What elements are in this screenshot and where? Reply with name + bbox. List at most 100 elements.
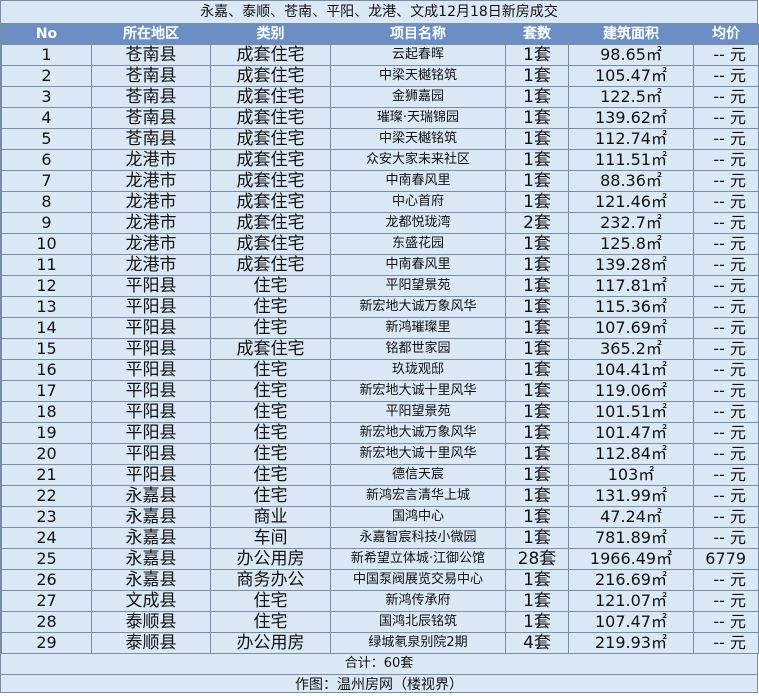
table-row: 15 平阳县 成套住宅 铭都世家园 1套 365.2㎡ -- 元 xyxy=(1,338,759,360)
cell-project: 玖珑观邸 xyxy=(330,359,506,381)
table-row: 10 龙港市 成套住宅 东盛花园 1套 125.8㎡ -- 元 xyxy=(1,233,759,255)
table-row: 19 平阳县 住宅 新宏地大诚万象风华 1套 101.47㎡ -- 元 xyxy=(1,422,759,444)
cell-price: -- 元 xyxy=(693,611,759,633)
col-header-no: No xyxy=(1,24,92,45)
cell-area: 111.51㎡ xyxy=(568,149,694,171)
cell-no: 15 xyxy=(1,338,92,360)
cell-region: 文成县 xyxy=(91,590,211,612)
cell-project: 新鸿璀璨里 xyxy=(330,317,506,339)
cell-price: -- 元 xyxy=(693,464,759,486)
cell-price: 6779 xyxy=(693,548,759,570)
cell-units: 1套 xyxy=(505,338,569,360)
cell-area: 101.47㎡ xyxy=(568,422,694,444)
cell-type: 成套住宅 xyxy=(210,212,331,234)
cell-price: -- 元 xyxy=(693,233,759,255)
cell-price: -- 元 xyxy=(693,443,759,465)
cell-project: 平阳望景苑 xyxy=(330,275,506,297)
cell-no: 12 xyxy=(1,275,92,297)
cell-units: 1套 xyxy=(505,107,569,129)
cell-type: 住宅 xyxy=(210,485,331,507)
cell-type: 住宅 xyxy=(210,380,331,402)
cell-area: 219.93㎡ xyxy=(568,632,694,654)
cell-no: 26 xyxy=(1,569,92,591)
table-row: 18 平阳县 住宅 平阳望景苑 1套 101.51㎡ -- 元 xyxy=(1,401,759,423)
cell-price: -- 元 xyxy=(693,128,759,150)
cell-region: 平阳县 xyxy=(91,422,211,444)
cell-units: 1套 xyxy=(505,401,569,423)
cell-region: 平阳县 xyxy=(91,338,211,360)
table-body: 1 苍南县 成套住宅 云起春晖 1套 98.65㎡ -- 元 2 苍南县 成套住宅 中梁天樾铭筑 1套… xyxy=(1,44,759,654)
chart-credit: 作图：温州房网（楼视界） xyxy=(295,677,463,693)
cell-project: 龙都悦珑湾 xyxy=(330,212,506,234)
cell-units: 1套 xyxy=(505,527,569,549)
cell-type: 成套住宅 xyxy=(210,44,331,66)
cell-no: 7 xyxy=(1,170,92,192)
cell-region: 龙港市 xyxy=(91,170,211,192)
cell-project: 新鸿宏言清华上城 xyxy=(330,485,506,507)
cell-area: 107.69㎡ xyxy=(568,317,694,339)
cell-type: 成套住宅 xyxy=(210,65,331,87)
cell-no: 13 xyxy=(1,296,92,318)
cell-region: 平阳县 xyxy=(91,359,211,381)
cell-units: 1套 xyxy=(505,128,569,150)
cell-price: -- 元 xyxy=(693,359,759,381)
cell-units: 1套 xyxy=(505,359,569,381)
cell-project: 云起春晖 xyxy=(330,44,506,66)
cell-area: 121.46㎡ xyxy=(568,191,694,213)
cell-type: 商务办公 xyxy=(210,569,331,591)
cell-units: 1套 xyxy=(505,464,569,486)
cell-area: 117.81㎡ xyxy=(568,275,694,297)
cell-type: 成套住宅 xyxy=(210,86,331,108)
table-row: 3 苍南县 成套住宅 金狮嘉园 1套 122.5㎡ -- 元 xyxy=(1,86,759,108)
cell-project: 新宏地大诚十里风华 xyxy=(330,443,506,465)
cell-no: 21 xyxy=(1,464,92,486)
cell-units: 1套 xyxy=(505,44,569,66)
cell-no: 22 xyxy=(1,485,92,507)
cell-area: 131.99㎡ xyxy=(568,485,694,507)
cell-area: 781.89㎡ xyxy=(568,527,694,549)
cell-region: 龙港市 xyxy=(91,149,211,171)
cell-project: 璀璨·天瑞锦园 xyxy=(330,107,506,129)
cell-project: 永嘉智宸科技小微园 xyxy=(330,527,506,549)
cell-units: 1套 xyxy=(505,65,569,87)
cell-price: -- 元 xyxy=(693,170,759,192)
table-row: 7 龙港市 成套住宅 中南春风里 1套 88.36㎡ -- 元 xyxy=(1,170,759,192)
cell-region: 永嘉县 xyxy=(91,527,211,549)
cell-units: 1套 xyxy=(505,422,569,444)
cell-region: 永嘉县 xyxy=(91,548,211,570)
table-row: 5 苍南县 成套住宅 中梁天樾铭筑 1套 112.74㎡ -- 元 xyxy=(1,128,759,150)
cell-units: 1套 xyxy=(505,611,569,633)
cell-units: 1套 xyxy=(505,296,569,318)
col-header-type: 类别 xyxy=(210,24,331,45)
cell-price: -- 元 xyxy=(693,254,759,276)
cell-project: 中梁天樾铭筑 xyxy=(330,128,506,150)
col-header-area: 建筑面积 xyxy=(568,24,694,45)
cell-area: 122.5㎡ xyxy=(568,86,694,108)
cell-no: 4 xyxy=(1,107,92,129)
cell-area: 139.62㎡ xyxy=(568,107,694,129)
cell-project: 众安大家未来社区 xyxy=(330,149,506,171)
cell-project: 新宏地大诚万象风华 xyxy=(330,422,506,444)
table-row: 1 苍南县 成套住宅 云起春晖 1套 98.65㎡ -- 元 xyxy=(1,44,759,66)
cell-price: -- 元 xyxy=(693,44,759,66)
cell-units: 1套 xyxy=(505,485,569,507)
cell-region: 平阳县 xyxy=(91,380,211,402)
table-row: 2 苍南县 成套住宅 中梁天樾铭筑 1套 105.47㎡ -- 元 xyxy=(1,65,759,87)
cell-price: -- 元 xyxy=(693,338,759,360)
transactions-table: No 所在地区 类别 项目名称 套数 建筑面积 均价 1 苍南县 成套住宅 云起春晖 1… xyxy=(1,24,759,654)
cell-price: -- 元 xyxy=(693,149,759,171)
cell-type: 成套住宅 xyxy=(210,170,331,192)
cell-area: 1966.49㎡ xyxy=(568,548,694,570)
cell-price: -- 元 xyxy=(693,317,759,339)
cell-no: 5 xyxy=(1,128,92,150)
cell-no: 14 xyxy=(1,317,92,339)
cell-price: -- 元 xyxy=(693,275,759,297)
cell-region: 平阳县 xyxy=(91,317,211,339)
cell-type: 成套住宅 xyxy=(210,128,331,150)
table-row: 9 龙港市 成套住宅 龙都悦珑湾 2套 232.7㎡ -- 元 xyxy=(1,212,759,234)
cell-region: 龙港市 xyxy=(91,254,211,276)
cell-units: 1套 xyxy=(505,443,569,465)
cell-units: 1套 xyxy=(505,149,569,171)
cell-project: 东盛花园 xyxy=(330,233,506,255)
cell-price: -- 元 xyxy=(693,632,759,654)
